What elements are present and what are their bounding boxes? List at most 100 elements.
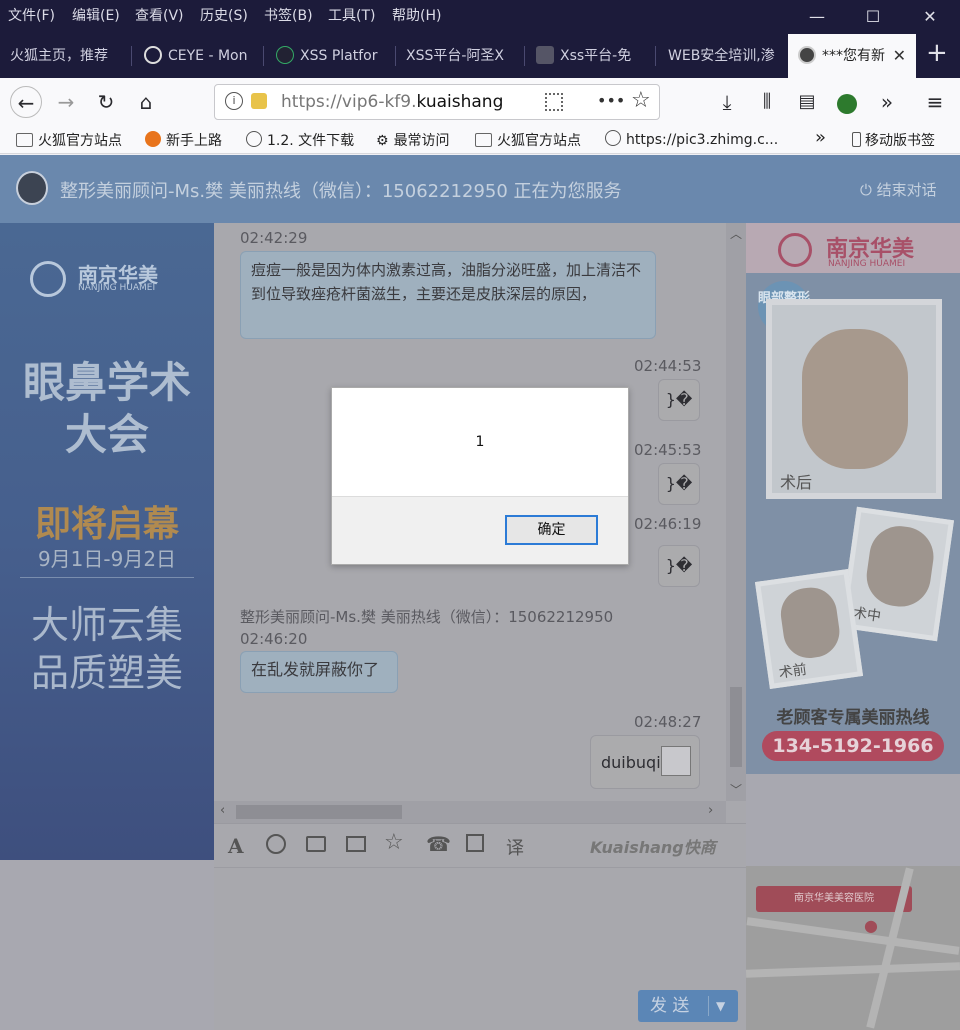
message-time: 02:44:53: [634, 357, 702, 375]
menu-edit[interactable]: 编辑(E): [72, 5, 120, 25]
file-icon[interactable]: [306, 836, 326, 852]
hamburger-menu-icon[interactable]: ≡: [919, 86, 951, 118]
scrollbar-thumb[interactable]: [730, 687, 742, 767]
face-image: [862, 522, 938, 611]
insecure-lock-icon[interactable]: [251, 93, 267, 109]
end-chat-button[interactable]: ⏻ 结束对话: [860, 179, 937, 200]
bookmark-star-icon[interactable]: ☆: [631, 88, 651, 113]
hospital-map[interactable]: 南京华美美容医院 ●: [745, 866, 960, 1030]
globe-icon: [605, 130, 621, 146]
horizontal-scrollbar[interactable]: ‹ ›: [214, 801, 726, 823]
bookmark-item[interactable]: 火狐官方站点: [475, 130, 581, 150]
photo-label: 术后: [780, 473, 813, 492]
edit-icon[interactable]: [466, 834, 484, 852]
scroll-right-icon[interactable]: ›: [708, 803, 713, 818]
mid-photo: 术中: [839, 506, 955, 642]
maximize-button[interactable]: ☐: [858, 6, 888, 28]
tab-xss-platform[interactable]: XSS Platfor: [266, 34, 394, 78]
minimize-button[interactable]: —: [802, 6, 832, 28]
close-window-button[interactable]: ✕: [915, 6, 945, 28]
scrollbar-thumb[interactable]: [236, 805, 402, 819]
ok-button[interactable]: 确定: [505, 515, 598, 545]
url-text: https://vip6-kf9.kuaishang: [281, 92, 504, 112]
new-tab-button[interactable]: +: [926, 38, 948, 68]
qr-code-icon[interactable]: [545, 93, 563, 111]
scroll-up-icon[interactable]: ︿: [730, 225, 742, 242]
image-icon[interactable]: [346, 836, 366, 852]
user-message: duibuqi: [590, 735, 700, 789]
extension-icon[interactable]: [831, 86, 863, 118]
ad-top-band: 南京华美 NANJING HUAMEI: [746, 223, 960, 273]
home-button[interactable]: ⌂: [130, 86, 162, 118]
overflow-menu-icon[interactable]: »: [871, 86, 903, 118]
message-input[interactable]: 发 送 ▼: [214, 867, 746, 1030]
bookmark-item[interactable]: https://pic3.zhimg.c...: [605, 130, 778, 148]
sidebar-icon[interactable]: ▤: [791, 86, 823, 118]
translate-icon[interactable]: 译: [506, 834, 524, 860]
font-icon[interactable]: A: [228, 834, 244, 858]
menu-help[interactable]: 帮助(H): [392, 5, 441, 25]
photo-label: 术中: [851, 605, 882, 626]
close-tab-icon[interactable]: ✕: [893, 34, 906, 78]
tab-divider: [655, 46, 656, 66]
menu-view[interactable]: 查看(V): [135, 5, 184, 25]
xss-free-icon: [536, 46, 554, 64]
back-button[interactable]: ←: [10, 86, 42, 118]
tab-xss-asheng[interactable]: XSS平台-阿圣X: [396, 34, 521, 78]
user-message: }�: [658, 545, 700, 587]
globe-icon: [246, 131, 262, 147]
tab-label: Xss平台-免: [560, 48, 632, 64]
url-bar[interactable]: i https://vip6-kf9.kuaishang ••• ☆: [214, 84, 660, 120]
menu-history[interactable]: 历史(S): [200, 5, 248, 25]
before-photo: 术前: [754, 568, 864, 690]
scroll-down-icon[interactable]: ﹀: [730, 781, 742, 798]
menu-file[interactable]: 文件(F): [8, 5, 55, 25]
library-icon[interactable]: ⫼: [751, 86, 783, 118]
tab-label: 火狐主页，推荐: [10, 48, 108, 64]
bookmark-item[interactable]: 1.2. 文件下载: [246, 130, 354, 150]
page-actions-button[interactable]: •••: [597, 91, 625, 110]
scroll-left-icon[interactable]: ‹: [220, 803, 225, 818]
tab-web-security[interactable]: WEB安全培训,渗: [658, 34, 788, 78]
after-photo: 术后: [766, 299, 942, 499]
tab-xss-free[interactable]: Xss平台-免: [526, 34, 654, 78]
tab-label: CEYE - Mon: [168, 48, 248, 64]
tab-active-chat[interactable]: ***您有新 ✕: [788, 34, 916, 78]
bookmarks-overflow-icon[interactable]: »: [815, 127, 826, 148]
forward-button[interactable]: →: [50, 86, 82, 118]
tab-bar: 火狐主页，推荐 CEYE - Mon XSS Platfor XSS平台-阿圣X…: [0, 34, 960, 78]
face-image: [802, 329, 908, 469]
menu-tools[interactable]: 工具(T): [328, 5, 375, 25]
ad-brand-en: NANJING HUAMEI: [828, 259, 906, 269]
emoji-icon[interactable]: [266, 834, 286, 854]
reload-button[interactable]: ↻: [90, 86, 122, 118]
phone-icon[interactable]: ☎: [426, 832, 451, 856]
bookmark-item[interactable]: 火狐官方站点: [16, 130, 122, 150]
tab-divider: [131, 46, 132, 66]
right-advertisement[interactable]: 南京华美 NANJING HUAMEI 眼部整形 术后 术中 术前 老顾客专属美…: [746, 223, 960, 774]
phone-icon: [852, 132, 861, 147]
menu-bookmarks[interactable]: 书签(B): [264, 5, 313, 25]
send-button[interactable]: 发 送 ▼: [638, 990, 738, 1022]
map-road: [745, 962, 960, 978]
dialog-button-area: 确定: [332, 496, 628, 564]
navigation-bar: ← → ↻ ⌂ i https://vip6-kf9.kuaishang •••…: [0, 78, 960, 126]
star-icon[interactable]: ☆: [384, 830, 404, 855]
chevron-down-icon[interactable]: ▼: [716, 990, 725, 1022]
tab-firefox-home[interactable]: 火狐主页，推荐: [0, 34, 130, 78]
message-time: 02:45:53: [634, 441, 702, 459]
bookmark-item[interactable]: 新手上路: [145, 130, 222, 150]
tab-ceye[interactable]: CEYE - Mon: [134, 34, 262, 78]
left-advertisement[interactable]: 南京华美 NANJING HUAMEI 眼鼻学术 大会 即将启幕 9月1日-9月2…: [0, 223, 214, 860]
mobile-bookmarks[interactable]: 移动版书签: [852, 130, 935, 150]
vertical-scrollbar[interactable]: ︿ ﹀: [726, 223, 746, 801]
power-icon: ⏻: [860, 181, 872, 199]
user-message: }�: [658, 463, 700, 505]
folder-icon: [16, 133, 33, 147]
bookmark-item[interactable]: ⚙ 最常访问: [376, 130, 450, 150]
info-icon[interactable]: i: [225, 92, 243, 110]
message-time: 02:48:27: [634, 713, 702, 731]
ad-dates: 9月1日-9月2日: [37, 547, 177, 571]
downloads-icon[interactable]: ⤓: [711, 86, 743, 118]
dialog-message-area: 1: [332, 388, 628, 496]
